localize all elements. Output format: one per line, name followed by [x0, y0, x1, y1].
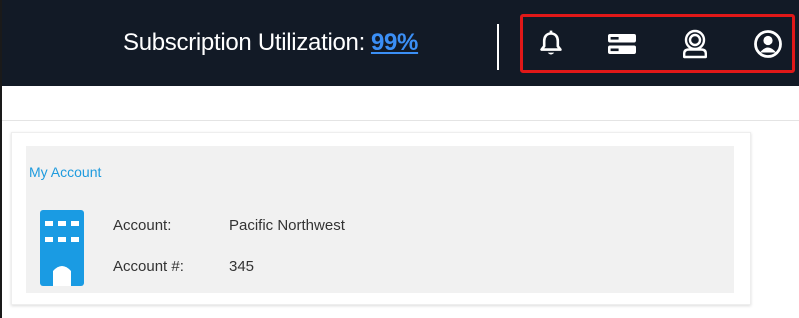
server-button[interactable] — [606, 28, 638, 60]
subscription-utilization-link[interactable]: 99% — [371, 29, 418, 56]
user-account-button[interactable] — [752, 28, 784, 60]
support-agent-icon — [683, 29, 707, 59]
account-name-label: Account: — [113, 217, 172, 234]
notifications-button[interactable] — [535, 28, 567, 60]
my-account-link[interactable]: My Account — [29, 164, 101, 180]
building-icon — [40, 210, 84, 286]
server-icon — [608, 34, 636, 54]
header-divider — [497, 24, 499, 70]
account-number-label: Account #: — [113, 258, 184, 275]
sub-header-bar — [2, 86, 799, 121]
bell-icon — [540, 30, 562, 55]
my-account-card: My Account Account: Pacific Northwest Ac… — [11, 132, 751, 305]
user-account-icon — [754, 30, 782, 58]
subscription-utilization-label: Subscription Utilization: — [123, 29, 365, 56]
account-name-value: Pacific Northwest — [229, 217, 345, 234]
subscription-utilization: Subscription Utilization: 99% — [123, 29, 418, 57]
top-navigation-bar: Subscription Utilization: 99% — [2, 0, 799, 86]
support-button[interactable] — [679, 28, 711, 60]
account-number-value: 345 — [229, 258, 255, 275]
my-account-panel: My Account Account: Pacific Northwest Ac… — [26, 146, 734, 293]
